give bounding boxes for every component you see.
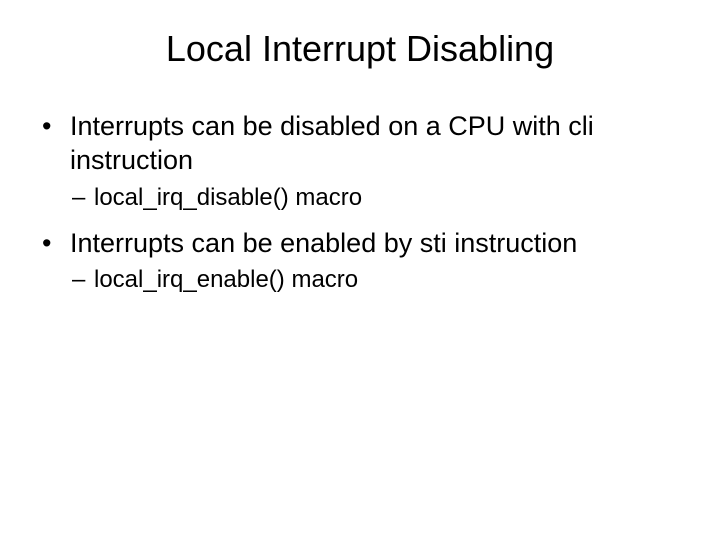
bullet-marker-icon: •	[42, 110, 70, 144]
bullet-text: Interrupts can be enabled by sti instruc…	[70, 227, 690, 261]
sub-bullet-item: – local_irq_enable() macro	[72, 264, 690, 295]
bullet-marker-icon: •	[42, 227, 70, 261]
bullet-item: • Interrupts can be enabled by sti instr…	[42, 227, 690, 261]
dash-marker-icon: –	[72, 182, 94, 213]
bullet-item: • Interrupts can be disabled on a CPU wi…	[42, 110, 690, 178]
sub-bullet-text: local_irq_enable() macro	[94, 264, 690, 295]
slide: Local Interrupt Disabling • Interrupts c…	[0, 0, 720, 540]
sub-bullet-text: local_irq_disable() macro	[94, 182, 690, 213]
bullet-text: Interrupts can be disabled on a CPU with…	[70, 110, 690, 178]
slide-title: Local Interrupt Disabling	[30, 28, 690, 70]
dash-marker-icon: –	[72, 264, 94, 295]
sub-bullet-item: – local_irq_disable() macro	[72, 182, 690, 213]
slide-content: • Interrupts can be disabled on a CPU wi…	[30, 110, 690, 296]
